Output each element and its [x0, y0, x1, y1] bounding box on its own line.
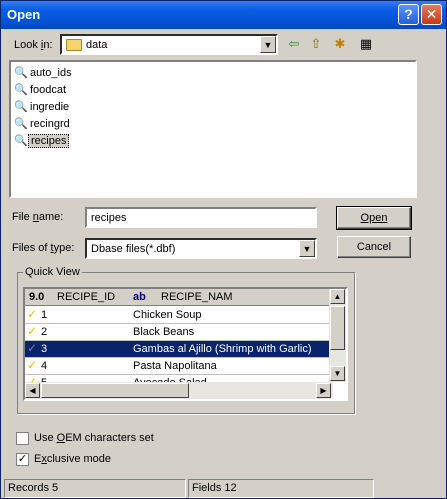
vertical-scrollbar[interactable]: ▲ ▼: [329, 289, 346, 382]
numeric-type-icon: 9.0: [29, 291, 45, 303]
list-item[interactable]: 🔍 auto_ids: [14, 65, 74, 81]
fields-status: Fields 12: [188, 479, 374, 498]
back-icon[interactable]: ⇦: [285, 35, 303, 53]
oem-label: Use OEM characters set: [34, 432, 154, 444]
file-icon: 🔍: [14, 67, 28, 79]
column-header[interactable]: RECIPE_NAM: [161, 291, 233, 303]
check-icon: ✓: [27, 358, 38, 372]
file-type-select[interactable]: Dbase files(*.dbf) ▼: [85, 238, 317, 259]
folder-icon: [66, 39, 82, 51]
check-icon: ✓: [27, 341, 38, 355]
horizontal-scrollbar[interactable]: ◀ ▶: [25, 382, 333, 399]
title-bar: Open ? ✕: [1, 1, 446, 29]
file-icon: 🔍: [14, 135, 28, 147]
scroll-left-icon[interactable]: ◀: [25, 383, 40, 398]
scroll-thumb[interactable]: [41, 383, 189, 398]
table-row[interactable]: ✓ 2 Black Beans: [25, 324, 333, 341]
look-in-value: data: [86, 39, 108, 51]
table-row-selected[interactable]: ✓ 3 Gambas al Ajillo (Shrimp with Garlic…: [25, 341, 333, 358]
table-row[interactable]: ✓ 1 Chicken Soup: [25, 307, 333, 324]
up-folder-icon[interactable]: ⇧: [307, 35, 325, 53]
cancel-button[interactable]: Cancel: [337, 236, 411, 258]
open-dialog: Open ? ✕ Look in: data ▼ ⇦ ⇧ ✱ ▦ 🔍 auto_i…: [0, 0, 447, 499]
check-icon: ✓: [27, 307, 38, 321]
scroll-thumb[interactable]: [330, 306, 345, 350]
list-item[interactable]: 🔍 ingredie: [14, 99, 71, 115]
exclusive-mode-label: Exclusive mode: [34, 453, 112, 465]
check-icon: ✓: [27, 324, 38, 338]
list-item[interactable]: 🔍 recingrd: [14, 116, 72, 132]
file-icon: 🔍: [14, 101, 28, 113]
scroll-down-icon[interactable]: ▼: [330, 366, 345, 381]
chevron-down-icon[interactable]: ▼: [260, 36, 276, 53]
file-icon: 🔍: [14, 118, 28, 130]
look-in-combo[interactable]: data ▼: [60, 34, 278, 55]
table-row[interactable]: ✓ 4 Pasta Napolitana: [25, 358, 333, 375]
check-icon: ✓: [17, 453, 28, 465]
oem-checkbox[interactable]: [16, 432, 29, 445]
grid-header: 9.0 RECIPE_ID ab RECIPE_NAM: [25, 289, 333, 306]
list-item[interactable]: 🔍 foodcat: [14, 82, 68, 98]
records-status: Records 5: [4, 479, 186, 498]
scroll-up-icon[interactable]: ▲: [330, 289, 345, 304]
look-in-label: Look in:: [14, 39, 53, 51]
quick-view-label: Quick View: [23, 266, 82, 278]
file-name-input[interactable]: recipes: [85, 207, 317, 228]
list-item-selected[interactable]: 🔍 recipes: [14, 133, 70, 149]
close-button[interactable]: ✕: [421, 4, 442, 25]
file-name-label: File name:: [12, 211, 64, 223]
window-title: Open: [7, 7, 41, 22]
exclusive-mode-checkbox[interactable]: ✓: [16, 453, 29, 466]
column-header[interactable]: RECIPE_ID: [57, 291, 115, 303]
text-type-icon: ab: [133, 291, 146, 303]
scroll-right-icon[interactable]: ▶: [316, 383, 331, 398]
chevron-down-icon[interactable]: ▼: [299, 240, 315, 257]
help-button[interactable]: ?: [398, 4, 419, 25]
view-menu-icon[interactable]: ▦: [354, 35, 378, 53]
file-icon: 🔍: [14, 84, 28, 96]
file-list[interactable]: 🔍 auto_ids 🔍 foodcat 🔍 ingredie 🔍 recingrd 🔍…: [9, 60, 417, 198]
new-folder-icon[interactable]: ✱: [331, 35, 349, 53]
open-button[interactable]: Open: [336, 206, 412, 230]
quick-view-grid[interactable]: 9.0 RECIPE_ID ab RECIPE_NAM ✓ 1 Chicken …: [23, 287, 348, 401]
file-type-label: Files of type:: [12, 242, 75, 254]
